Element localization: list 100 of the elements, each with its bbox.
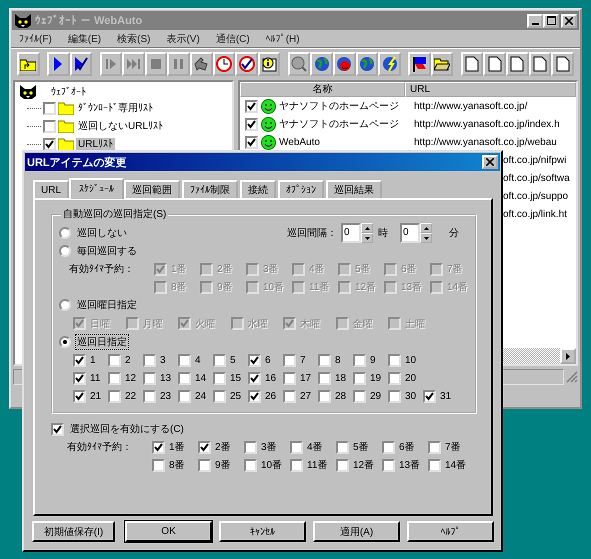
checkbox[interactable] bbox=[318, 390, 331, 402]
checkbox[interactable] bbox=[388, 390, 401, 402]
checkbox[interactable] bbox=[73, 390, 86, 402]
checkbox[interactable] bbox=[178, 390, 191, 402]
menu-item[interactable]: 検索(S) bbox=[117, 32, 150, 46]
checkbox[interactable] bbox=[198, 440, 211, 454]
menu-item[interactable]: 編集(E) bbox=[68, 32, 102, 46]
checkbox[interactable] bbox=[318, 372, 331, 384]
tree-item[interactable]: URLﾘｽﾄ bbox=[76, 138, 116, 150]
toolbar-button[interactable] bbox=[378, 52, 401, 76]
tree-item[interactable]: ﾀﾞｳﾝﾛｰﾄﾞ専用ﾘｽﾄ bbox=[76, 101, 155, 115]
dialog-button[interactable]: 初期値保存(I) bbox=[32, 521, 116, 542]
checkbox[interactable] bbox=[245, 136, 258, 148]
tab[interactable]: 接続 bbox=[240, 180, 276, 198]
checkbox[interactable] bbox=[336, 458, 349, 472]
toolbar-button[interactable] bbox=[460, 52, 484, 76]
checkbox[interactable] bbox=[43, 120, 56, 132]
toolbar-button[interactable] bbox=[190, 52, 213, 76]
minimize-button[interactable] bbox=[527, 14, 543, 28]
checkbox[interactable] bbox=[353, 354, 366, 366]
close-button[interactable] bbox=[482, 155, 498, 169]
checkbox[interactable] bbox=[353, 390, 366, 402]
checkbox[interactable] bbox=[388, 354, 401, 366]
tab[interactable]: 巡回結果 bbox=[326, 180, 382, 198]
column-header[interactable]: 名称 bbox=[240, 82, 405, 97]
checkbox[interactable] bbox=[248, 372, 261, 384]
checkbox[interactable] bbox=[108, 390, 121, 402]
toolbar-button[interactable] bbox=[506, 52, 529, 76]
toolbar-button[interactable] bbox=[17, 52, 40, 76]
checkbox[interactable] bbox=[290, 440, 303, 454]
checkbox[interactable] bbox=[152, 440, 165, 454]
menu-item[interactable]: 通信(C) bbox=[216, 32, 250, 46]
checkbox[interactable] bbox=[428, 458, 441, 472]
toolbar-button[interactable] bbox=[528, 52, 552, 76]
tab[interactable]: ｵﾌﾟｼｮﾝ bbox=[278, 180, 324, 198]
radio-label[interactable]: 巡回日指定 bbox=[75, 334, 129, 350]
checkbox[interactable] bbox=[73, 354, 86, 366]
checkbox[interactable] bbox=[283, 354, 296, 366]
spin-down-button[interactable] bbox=[420, 233, 432, 243]
toolbar-button[interactable] bbox=[70, 52, 92, 76]
dialog-button[interactable]: ｷｬﾝｾﾙ bbox=[219, 521, 306, 542]
checkbox[interactable] bbox=[143, 390, 156, 402]
checkbox[interactable] bbox=[248, 354, 261, 366]
spin-up-button[interactable] bbox=[420, 223, 432, 233]
toolbar-button[interactable] bbox=[310, 52, 334, 76]
checkbox[interactable] bbox=[388, 372, 401, 384]
checkbox[interactable] bbox=[43, 138, 56, 150]
checkbox[interactable] bbox=[244, 440, 257, 454]
checkbox[interactable] bbox=[244, 458, 257, 472]
checkbox[interactable] bbox=[382, 440, 395, 454]
checkbox[interactable] bbox=[143, 354, 156, 366]
checkbox[interactable] bbox=[353, 372, 366, 384]
toolbar-button[interactable] bbox=[483, 52, 506, 76]
close-button[interactable] bbox=[561, 14, 577, 28]
checkbox[interactable] bbox=[178, 372, 191, 384]
toolbar-button[interactable] bbox=[430, 52, 454, 76]
toolbar-button[interactable] bbox=[408, 52, 431, 76]
checkbox[interactable] bbox=[245, 118, 258, 130]
hours-field[interactable]: 0 bbox=[341, 223, 361, 243]
checkbox[interactable] bbox=[248, 390, 261, 402]
menu-item[interactable]: 表示(V) bbox=[166, 32, 200, 46]
toolbar-button[interactable] bbox=[258, 52, 280, 76]
checkbox[interactable] bbox=[152, 458, 165, 472]
checkbox[interactable] bbox=[198, 458, 211, 472]
checkbox[interactable] bbox=[51, 422, 64, 436]
toolbar-button[interactable] bbox=[47, 52, 70, 76]
checkbox[interactable] bbox=[143, 372, 156, 384]
dialog-button[interactable]: ﾍﾙﾌﾟ bbox=[406, 521, 494, 542]
tab[interactable]: ｽｹｼﾞｭｰﾙ bbox=[69, 178, 124, 199]
checkbox[interactable] bbox=[108, 354, 121, 366]
checkbox[interactable] bbox=[423, 390, 436, 402]
checkbox[interactable] bbox=[213, 390, 226, 402]
menu-item[interactable]: ﾍﾙﾌﾟ(H) bbox=[266, 33, 300, 45]
checkbox[interactable] bbox=[213, 372, 226, 384]
spin-up-button[interactable] bbox=[361, 223, 373, 233]
checkbox[interactable] bbox=[213, 354, 226, 366]
tree-item[interactable]: 巡回しないURLﾘｽﾄ bbox=[76, 119, 166, 133]
dialog-button[interactable]: 適用(A) bbox=[313, 521, 400, 542]
dialog-button[interactable]: OK bbox=[125, 521, 212, 542]
tree-item[interactable]: ｳｪﾌﾞｵｰﾄ bbox=[49, 86, 88, 98]
tab[interactable]: 巡回範囲 bbox=[124, 180, 180, 198]
checkbox[interactable] bbox=[178, 354, 191, 366]
minutes-field[interactable]: 0 bbox=[400, 223, 420, 243]
checkbox[interactable] bbox=[428, 440, 441, 454]
tab[interactable]: ﾌｧｲﾙ制限 bbox=[182, 180, 238, 198]
checkbox[interactable] bbox=[318, 354, 331, 366]
column-header[interactable]: URL bbox=[405, 82, 576, 97]
radio-button[interactable] bbox=[59, 227, 71, 239]
checkbox[interactable] bbox=[336, 440, 349, 454]
checkbox[interactable] bbox=[283, 390, 296, 402]
maximize-button[interactable] bbox=[543, 14, 559, 28]
checkbox[interactable] bbox=[290, 458, 303, 472]
spin-down-button[interactable] bbox=[361, 233, 373, 243]
checkbox[interactable] bbox=[43, 102, 56, 114]
checkbox[interactable] bbox=[283, 372, 296, 384]
checkbox[interactable] bbox=[73, 372, 86, 384]
checkbox[interactable] bbox=[108, 372, 121, 384]
toolbar-button[interactable] bbox=[288, 52, 310, 76]
checkbox[interactable] bbox=[382, 458, 395, 472]
toolbar-button[interactable] bbox=[551, 52, 574, 76]
